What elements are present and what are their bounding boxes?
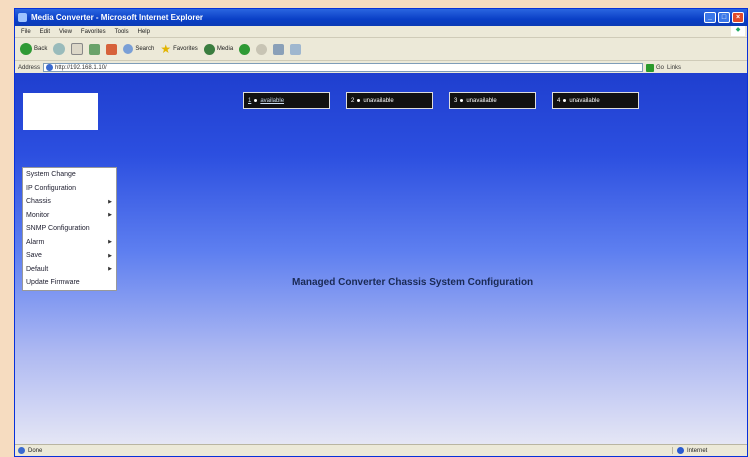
menu-item-label: Alarm [26, 238, 45, 246]
back-button[interactable]: Back [20, 43, 47, 55]
menu-item-chassis[interactable]: Chassis ▶ [23, 195, 116, 209]
menu-item-label: IP Configuration [26, 184, 77, 192]
home-icon[interactable] [106, 43, 118, 55]
globe-icon [677, 447, 684, 454]
menu-item-default[interactable]: Default ▶ [23, 263, 116, 277]
menu-favorites[interactable]: Favorites [81, 29, 106, 35]
forward-arrow-icon [53, 43, 66, 55]
edit-icon[interactable] [290, 43, 302, 55]
menu-item-update-firmware[interactable]: Update Firmware [23, 276, 116, 290]
slot-status-bar: 1 available 2 unavailable 3 unavailable … [243, 92, 639, 109]
menu-item-label: SNMP Configuration [26, 225, 90, 233]
status-dot-icon [254, 99, 258, 102]
submenu-arrow-icon: ▶ [108, 252, 112, 259]
status-zone: Internet [672, 447, 747, 454]
favorites-label: Favorites [173, 46, 198, 52]
status-dot-icon [357, 99, 361, 102]
slot-3-button[interactable]: 3 unavailable [449, 92, 536, 109]
slot-4-button[interactable]: 4 unavailable [552, 92, 639, 109]
menu-item-label: Save [26, 252, 42, 260]
browser-window: Media Converter - Microsoft Internet Exp… [14, 8, 748, 457]
menu-tools[interactable]: Tools [115, 29, 129, 35]
go-button[interactable]: Go [646, 63, 665, 72]
history-icon[interactable] [239, 43, 251, 55]
media-label: Media [216, 46, 234, 52]
windows-logo-icon: ◆ [731, 26, 745, 36]
menu-view[interactable]: View [59, 29, 72, 35]
status-dot-icon [563, 99, 567, 102]
search-icon [123, 44, 134, 54]
stop-icon[interactable] [71, 43, 84, 55]
close-button[interactable]: × [732, 12, 744, 23]
menu-item-label: Update Firmware [26, 279, 80, 287]
slot-number: 2 [351, 97, 355, 104]
go-arrow-icon [646, 63, 655, 72]
menu-item-label: System Change [26, 171, 76, 179]
address-url: http://192.168.1.10/ [55, 64, 107, 71]
search-label: Search [135, 46, 155, 52]
slot-number: 4 [557, 97, 561, 104]
menu-item-label: Monitor [26, 211, 50, 219]
menu-item-label: Default [26, 265, 49, 273]
print-icon[interactable] [273, 43, 285, 55]
status-bar: Done Internet [15, 444, 747, 456]
page-content: 1 available 2 unavailable 3 unavailable … [15, 73, 747, 446]
slot-status: unavailable [466, 97, 497, 104]
status-left: Done [15, 447, 672, 454]
menu-item-ip-configuration[interactable]: IP Configuration [23, 182, 116, 196]
menu-bar: File Edit View Favorites Tools Help ◆ [15, 26, 747, 38]
slot-status: unavailable [363, 97, 394, 104]
submenu-arrow-icon: ▶ [108, 198, 112, 205]
slot-number: 1 [248, 97, 252, 104]
slot-2-button[interactable]: 2 unavailable [346, 92, 433, 109]
menu-file[interactable]: File [21, 29, 31, 35]
submenu-arrow-icon: ▶ [108, 266, 112, 273]
status-text: Done [28, 447, 43, 454]
media-button[interactable]: Media [203, 43, 234, 55]
star-icon: ★ [160, 42, 172, 56]
page-icon [46, 64, 54, 71]
window-title: Media Converter - Microsoft Internet Exp… [31, 13, 204, 22]
media-icon [203, 43, 215, 55]
favorites-button[interactable]: ★ Favorites [160, 42, 197, 56]
menu-item-label: Chassis [26, 198, 51, 206]
menu-item-alarm[interactable]: Alarm ▶ [23, 236, 116, 250]
links-label[interactable]: Links [667, 65, 681, 71]
slot-1-button[interactable]: 1 available [243, 92, 330, 109]
page-title: Managed Converter Chassis System Configu… [292, 277, 534, 288]
refresh-icon[interactable] [89, 43, 101, 55]
slot-number: 3 [454, 97, 458, 104]
title-bar: Media Converter - Microsoft Internet Exp… [15, 9, 747, 26]
zone-text: Internet [687, 447, 708, 454]
logo-placeholder [23, 93, 98, 130]
toolbar: Back Search ★ Favorites Media [15, 38, 747, 61]
menu-help[interactable]: Help [138, 29, 150, 35]
menu-item-system-change[interactable]: System Change [23, 168, 116, 182]
submenu-arrow-icon: ▶ [108, 239, 112, 246]
window-controls: _ □ × [704, 12, 744, 23]
go-label: Go [656, 64, 665, 71]
back-label: Back [34, 46, 48, 52]
slot-status: unavailable [569, 97, 600, 104]
menu-item-monitor[interactable]: Monitor ▶ [23, 209, 116, 223]
page-done-icon [18, 447, 25, 454]
config-menu: System Change IP Configuration Chassis ▶… [22, 167, 117, 291]
slot-status: available [260, 97, 285, 104]
maximize-button[interactable]: □ [718, 12, 730, 23]
submenu-arrow-icon: ▶ [108, 212, 112, 219]
ie-icon [18, 13, 27, 22]
menu-item-save[interactable]: Save ▶ [23, 249, 116, 263]
menu-item-snmp-configuration[interactable]: SNMP Configuration [23, 222, 116, 236]
menu-edit[interactable]: Edit [40, 29, 50, 35]
address-input[interactable]: http://192.168.1.10/ [43, 63, 644, 72]
search-button[interactable]: Search [123, 44, 154, 54]
address-label: Address [18, 64, 41, 71]
minimize-button[interactable]: _ [704, 12, 716, 23]
status-dot-icon [460, 99, 464, 102]
mail-icon[interactable] [256, 43, 268, 55]
forward-button[interactable] [53, 43, 66, 55]
back-arrow-icon [20, 43, 32, 55]
